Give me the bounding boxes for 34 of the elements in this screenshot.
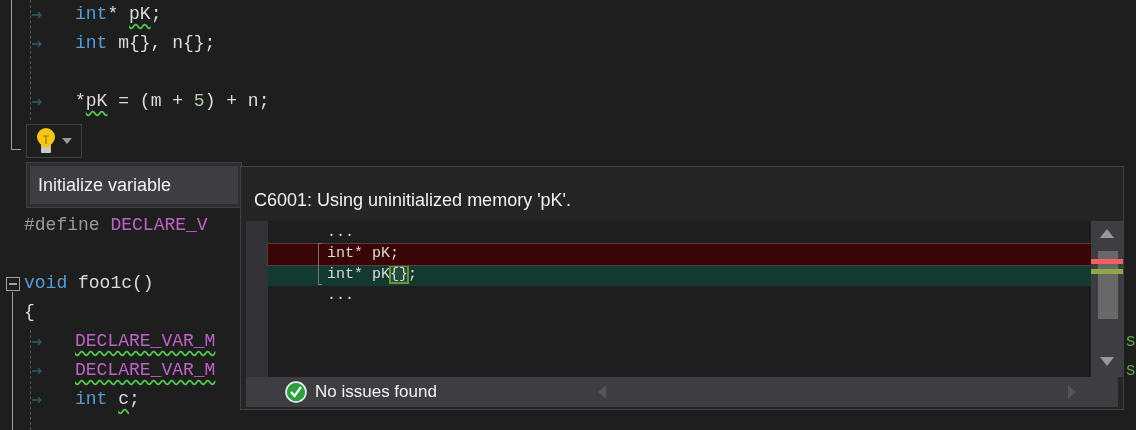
check-icon (285, 381, 307, 403)
code-line: #define DECLARE_V (24, 214, 208, 237)
lightbulb-button[interactable] (26, 124, 82, 158)
diff-line: ... (327, 286, 354, 307)
code-line: void foo1c() (24, 272, 154, 295)
menu-item[interactable]: Initialize variable (30, 166, 238, 204)
error-marker (1091, 259, 1123, 264)
vertical-scrollbar[interactable] (1091, 221, 1123, 377)
dropdown-caret-icon (62, 138, 72, 144)
code-line: int* pK; (75, 3, 162, 26)
tab-arrow-icon (31, 97, 43, 107)
code-line: DECLARE_VAR_M (75, 359, 216, 382)
tab-arrow-icon (31, 337, 43, 347)
tab-arrow-icon (31, 10, 43, 20)
diff-line: ... (327, 223, 354, 244)
code-line: int c; (75, 388, 140, 411)
diff-line: int* pK{}; (327, 265, 418, 286)
tab-arrow-icon (31, 395, 43, 405)
scroll-down-icon[interactable] (1100, 357, 1114, 366)
diff-line: int* pK; (327, 244, 399, 265)
change-marker (1091, 269, 1123, 274)
scroll-up-icon[interactable] (1100, 229, 1114, 238)
collapse-icon[interactable] (6, 277, 20, 291)
code-line: DECLARE_VAR_M (75, 330, 216, 353)
code-line: int m{}, n{}; (75, 32, 216, 55)
code-comment: s (1125, 359, 1136, 382)
lightbulb-icon (36, 127, 56, 155)
status-text: No issues found (315, 381, 437, 404)
code-line: *pK = (m + 5) + n; (75, 90, 270, 113)
tab-arrow-icon (31, 366, 43, 376)
tab-arrow-icon (31, 39, 43, 49)
code-comment: s (1125, 330, 1136, 353)
code-line: { (24, 301, 35, 324)
issue-title: C6001: Using uninitialized memory 'pK'. (253, 189, 573, 212)
